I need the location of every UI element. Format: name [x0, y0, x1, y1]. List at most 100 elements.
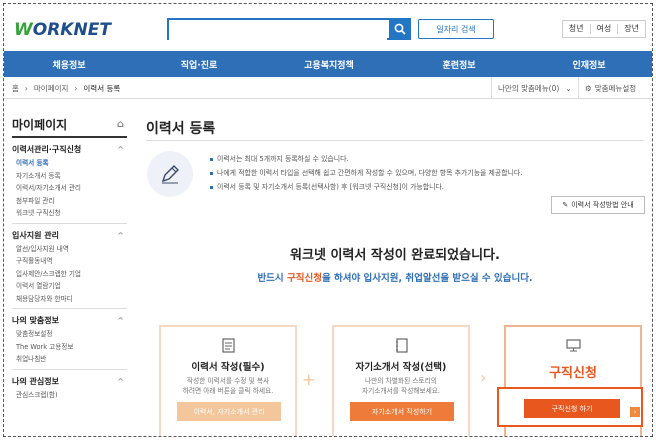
sidebar-item-resume-register[interactable]: 이력서 등록	[12, 156, 127, 169]
pencil-icon: ✎	[562, 201, 569, 209]
chevron-right-icon: ›	[24, 84, 28, 93]
sidebar-item-application-history[interactable]: 알선/입사지원 내역	[12, 242, 127, 255]
global-nav: 채용정보 직업·진로 고용복지정책 훈련정보 인재정보	[4, 51, 652, 77]
completion-headline: 워크넷 이력서 작성이 완료되었습니다.	[290, 248, 500, 263]
card-desc: 나만의 차별화된 스토리의 자기소개서를 작성해보세요.	[334, 376, 468, 396]
user-link-senior[interactable]: 장년	[618, 24, 645, 34]
sidebar-item-resume-manage[interactable]: 이력서/자기소개서 관리	[12, 181, 127, 194]
logo-text: ORKNET	[32, 20, 111, 40]
sidebar-group-head[interactable]: 이력서관리·구직신청 ^	[12, 143, 127, 156]
job-apply-button[interactable]: 구직신청 하기	[524, 399, 620, 418]
subline-suffix: 을 하셔야 입사지원, 취업알선을 받으실 수 있습니다.	[321, 273, 533, 284]
sidebar-group-resume: 이력서관리·구직신청 ^ 이력서 등록 자기소개서 등록 이력서/자기소개서 관리…	[12, 143, 127, 224]
monitor-icon	[565, 337, 581, 353]
breadcrumb-mypage[interactable]: 마이페이지	[34, 83, 69, 94]
sidebar-group-label: 나의 맞춤정보	[12, 316, 59, 325]
card-title: 이력서 작성(필수)	[191, 362, 265, 373]
arrow-right-icon[interactable]: ›	[630, 407, 640, 417]
chevron-right-icon: ›	[480, 368, 487, 387]
subline-highlight: 구직신청	[286, 273, 322, 284]
breadcrumb-current: 이력서 등록	[83, 84, 121, 93]
chevron-up-icon: ^	[117, 376, 124, 386]
chevron-up-icon: ^	[117, 230, 124, 240]
gnb-item-welfare[interactable]: 고용복지정책	[264, 51, 394, 77]
notebook-icon	[393, 337, 409, 353]
apply-highlight-box: 구직신청 하기	[497, 387, 643, 427]
home-icon[interactable]: ⌂	[117, 119, 124, 130]
sidebar-item-cover-letter[interactable]: 자기소개서 등록	[12, 169, 127, 182]
sidebar-group-head[interactable]: 나의 관심정보 ^	[12, 375, 127, 388]
chevron-right-icon: ›	[74, 84, 78, 93]
sidebar: 마이페이지 ⌂ 이력서관리·구직신청 ^ 이력서 등록 자기소개서 등록 이력서/…	[12, 112, 127, 436]
sidebar-group-label: 입사지원 관리	[12, 230, 59, 240]
my-menu-label: 나만의 맞춤메뉴(0)	[498, 83, 560, 93]
sidebar-group-label: 나의 관심정보	[12, 376, 59, 386]
sidebar-item-activity-history[interactable]: 구직활동내역	[12, 254, 127, 267]
sidebar-item-thework[interactable]: The Work 고용정보	[12, 340, 127, 353]
sidebar-group-custom: 나의 맞춤정보 ^ 맞춤정보설정 The Work 고용정보 취업나침반	[12, 314, 127, 370]
sidebar-item-compass[interactable]: 취업나침반	[12, 352, 127, 365]
worknet-logo[interactable]: W ORKNET	[14, 19, 111, 41]
breadcrumb-bar: 홈 › 마이페이지 › 이력서 등록 나만의 맞춤메뉴(0) ⌄ ⚙ 맞춤메뉴설…	[4, 77, 652, 99]
sidebar-item-viewer-companies[interactable]: 이력서 열람기업	[12, 279, 127, 292]
sidebar-group-label: 이력서관리·구직신청	[12, 145, 82, 154]
my-menu-dropdown[interactable]: 나만의 맞춤메뉴(0) ⌄	[491, 77, 578, 99]
gnb-item-training[interactable]: 훈련정보	[394, 51, 524, 77]
card-resume: 이력서 작성(필수) 작성한 이력서를 수정 및 복사 하려면 아래 버튼을 클…	[159, 325, 297, 436]
page-frame: W ORKNET 일자리 검색 청년 여성 장년 채용정보 직업·진로 고용복지…	[3, 3, 653, 437]
logo-mark: W	[14, 20, 33, 40]
breadcrumb: 홈 › 마이페이지 › 이력서 등록	[12, 83, 120, 94]
page-title: 이력서 등록	[146, 121, 216, 137]
sidebar-item-job-apply[interactable]: 워크넷 구직신청	[12, 206, 127, 219]
gnb-item-talent[interactable]: 인재정보	[524, 51, 652, 77]
my-menu-settings[interactable]: ⚙ 맞춤메뉴설정	[578, 77, 642, 99]
sidebar-item-scrap-companies[interactable]: 입사제안/스크랩한 기업	[12, 267, 127, 280]
subline-prefix: 반드시	[257, 273, 287, 284]
resume-manage-button[interactable]: 이력서, 자기소개서 관리	[177, 402, 281, 421]
user-type-links: 청년 여성 장년	[561, 20, 646, 38]
search-icon	[394, 23, 406, 35]
card-desc: 작성한 이력서를 수정 및 복사 하려면 아래 버튼을 클릭 하세요.	[161, 376, 295, 396]
chevron-down-icon: ⌄	[565, 83, 572, 93]
resume-guide-label: 이력서 작성방법 안내	[571, 201, 634, 209]
sidebar-item-custom-settings[interactable]: 맞춤정보설정	[12, 327, 127, 340]
pen-icon	[147, 151, 193, 197]
search-button[interactable]	[389, 18, 411, 40]
resume-notes: 이력서는 최대 5개까지 등록하실 수 있습니다. 나에게 적합한 이력서 타입…	[210, 152, 522, 194]
document-icon	[220, 337, 236, 353]
sidebar-group-head[interactable]: 나의 맞춤정보 ^	[12, 314, 127, 327]
sidebar-item-recruiter-message[interactable]: 채용담당자와 한마디	[12, 292, 127, 305]
plus-icon: +	[302, 370, 316, 389]
cover-letter-write-button[interactable]: 자기소개서 작성하기	[350, 402, 454, 421]
divider	[146, 140, 644, 141]
search-box	[167, 18, 411, 42]
card-cover-letter: 자기소개서 작성(선택) 나만의 차별화된 스토리의 자기소개서를 작성해보세요…	[332, 325, 470, 436]
gnb-item-career[interactable]: 직업·진로	[134, 51, 264, 77]
completion-subline: 반드시 구직신청을 하셔야 입사지원, 취업알선을 받으실 수 있습니다.	[146, 270, 644, 284]
resume-guide-button[interactable]: ✎ 이력서 작성방법 안내	[551, 196, 645, 214]
my-menu-settings-label: 맞춤메뉴설정	[594, 83, 637, 93]
breadcrumb-home[interactable]: 홈	[12, 83, 19, 94]
note-item: 이력서는 최대 5개까지 등록하실 수 있습니다.	[210, 152, 522, 166]
note-item: 이력서 등록 및 자기소개서 등록(선택사항) 후 [워크넷 구직신청]이 가능…	[210, 180, 522, 194]
chevron-up-icon: ^	[117, 145, 124, 154]
card-desc-line: 하려면 아래 버튼을 클릭 하세요.	[182, 387, 274, 395]
search-input[interactable]	[169, 23, 387, 42]
card-title: 자기소개서 작성(선택)	[355, 362, 447, 373]
sidebar-item-interest-scrap[interactable]: 관심스크랩(함)	[12, 388, 127, 401]
sidebar-item-attachments[interactable]: 첨부파일 관리	[12, 194, 127, 207]
job-search-button[interactable]: 일자리 검색	[418, 19, 494, 39]
card-desc-line: 자기소개서를 작성해보세요.	[361, 387, 441, 395]
sidebar-title-text: 마이페이지	[12, 117, 68, 132]
gnb-item-jobs[interactable]: 채용정보	[4, 51, 134, 77]
chevron-up-icon: ^	[117, 316, 124, 325]
sidebar-group-application: 입사지원 관리 ^ 알선/입사지원 내역 구직활동내역 입사제안/스크랩한 기업 …	[12, 229, 127, 309]
note-item: 나에게 적합한 이력서 타입을 선택해 쉽고 간편하게 작성할 수 있으며, 다…	[210, 166, 522, 180]
user-link-women[interactable]: 여성	[591, 24, 619, 34]
sidebar-title: 마이페이지 ⌂	[12, 112, 127, 138]
sidebar-group-head[interactable]: 입사지원 관리 ^	[12, 229, 127, 242]
gear-icon: ⚙	[585, 83, 592, 93]
card-title: 구직신청	[549, 366, 597, 381]
card-desc-line: 나만의 차별화된 스토리의	[365, 377, 437, 385]
user-link-youth[interactable]: 청년	[563, 24, 591, 34]
